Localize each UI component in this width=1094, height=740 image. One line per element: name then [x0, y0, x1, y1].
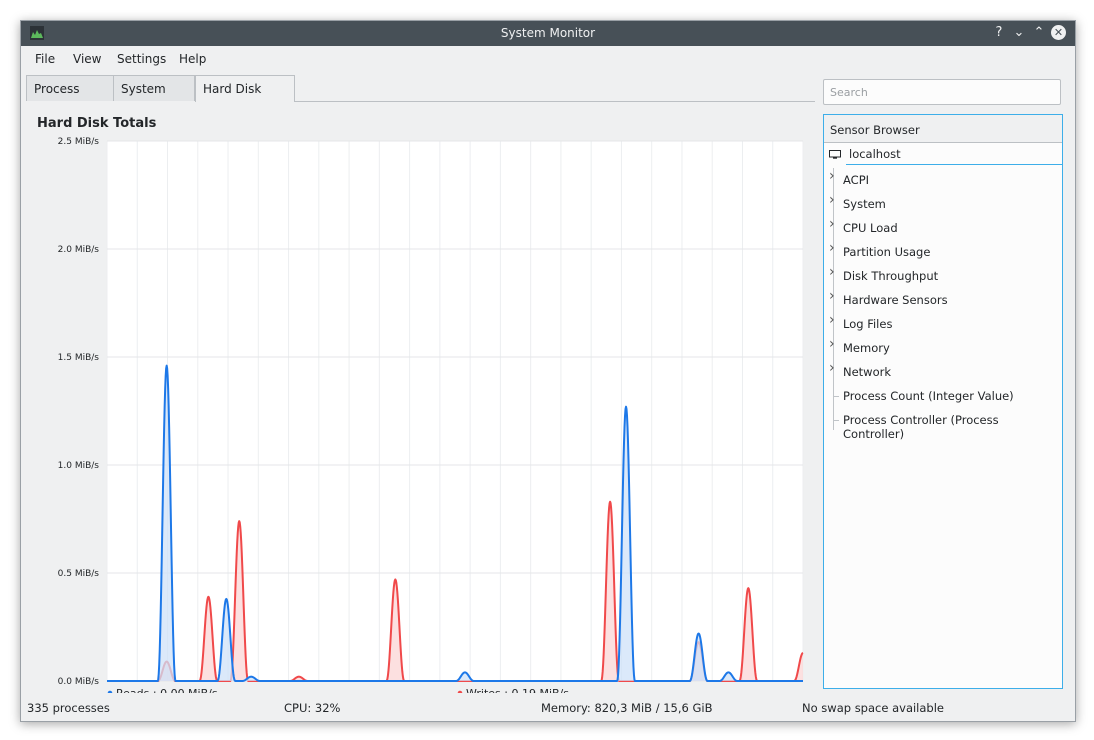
y-tick-label: 0.5 MiB/s: [58, 569, 100, 579]
y-tick-label: 2.0 MiB/s: [58, 245, 100, 255]
chevron-right-icon[interactable]: ›: [829, 240, 835, 256]
sensor-browser-header[interactable]: Sensor Browser: [824, 115, 1062, 143]
tree-branch-line: [833, 420, 839, 421]
sensor-tree-item-label: Disk Throughput: [843, 269, 939, 283]
legend-label-writes: Writes : 0.19 MiB/s: [466, 687, 569, 693]
sensor-tree-item[interactable]: › System: [824, 192, 1062, 216]
menu-settings[interactable]: Settings: [117, 52, 166, 66]
status-bar: 335 processes CPU: 32% Memory: 820,3 MiB…: [21, 698, 1075, 721]
sensor-tree-item-label: Network: [843, 365, 892, 379]
close-button[interactable]: ✕: [1051, 25, 1066, 40]
chevron-right-icon[interactable]: ›: [829, 264, 835, 280]
computer-icon: [829, 150, 841, 159]
status-cpu: CPU: 32%: [284, 701, 341, 715]
sensor-tree-item[interactable]: › Disk Throughput: [824, 264, 1062, 288]
menu-help[interactable]: Help: [179, 52, 206, 66]
tab-process-table[interactable]: Process Table: [26, 75, 114, 122]
sensor-tree-item[interactable]: › Memory: [824, 336, 1062, 360]
sensor-tree-item[interactable]: › Network: [824, 360, 1062, 384]
chevron-right-icon[interactable]: ›: [829, 360, 835, 376]
sensor-tree-item[interactable]: › ACPI: [824, 168, 1062, 192]
chevron-right-icon[interactable]: ›: [829, 312, 835, 328]
sensor-tree-item[interactable]: Process Count (Integer Value): [824, 384, 1062, 408]
status-swap: No swap space available: [802, 701, 944, 715]
chevron-right-icon[interactable]: ›: [829, 288, 835, 304]
y-tick-label: 2.5 MiB/s: [58, 137, 100, 147]
hard-disk-totals-panel: Hard Disk Totals 0.0 MiB/s 0.5 MiB/s 1.0 M…: [27, 102, 815, 693]
title-bar[interactable]: System Monitor ? ⌄ ⌃ ✕: [21, 21, 1075, 46]
tree-branch-line: [833, 396, 839, 397]
sensor-browser-title: Sensor Browser: [830, 123, 920, 137]
system-monitor-window: System Monitor ? ⌄ ⌃ ✕ File View Setting…: [20, 20, 1076, 722]
help-button[interactable]: ?: [990, 24, 1008, 42]
sensor-tree-item-label: Memory: [843, 341, 890, 355]
maximize-button[interactable]: ⌃: [1030, 24, 1048, 42]
legend-dot-writes: [457, 690, 463, 693]
legend-label-reads: Reads : 0.00 MiB/s: [116, 687, 218, 693]
y-tick-label: 0.0 MiB/s: [58, 677, 100, 687]
sensor-tree-item[interactable]: › Hardware Sensors: [824, 288, 1062, 312]
menu-view[interactable]: View: [73, 52, 101, 66]
sensor-host-row[interactable]: localhost: [824, 144, 1062, 166]
sensor-tree-item-label: ACPI: [843, 173, 870, 187]
sensor-tree-item[interactable]: › Log Files: [824, 312, 1062, 336]
chevron-right-icon[interactable]: ›: [829, 192, 835, 208]
tab-system-load[interactable]: System Load: [113, 75, 195, 122]
sensor-tree-item-label: Process Count (Integer Value): [843, 389, 1014, 403]
menu-file[interactable]: File: [35, 52, 55, 66]
disk-throughput-plot: 0.0 MiB/s 0.5 MiB/s 1.0 MiB/s 1.5 MiB/s 2.0 …: [58, 137, 804, 693]
y-tick-label: 1.0 MiB/s: [58, 461, 100, 471]
sensor-tree-item[interactable]: › CPU Load: [824, 216, 1062, 240]
sensor-tree-item-label: System: [843, 197, 886, 211]
sensor-tree-item-label: Partition Usage: [843, 245, 931, 259]
y-tick-label: 1.5 MiB/s: [58, 353, 100, 363]
sensor-browser: Sensor Browser localhost › ACPI › System › CP…: [823, 114, 1063, 689]
chevron-right-icon[interactable]: ›: [829, 168, 835, 184]
sensor-search-input[interactable]: Search: [823, 79, 1061, 105]
sensor-tree-item-label: CPU Load: [843, 221, 898, 235]
menu-bar: File View Settings Help: [21, 46, 1075, 72]
sensor-tree-item[interactable]: Process Controller (Process Controller): [824, 408, 1062, 441]
host-localhost: localhost: [846, 144, 1062, 165]
sensor-tree-item-label: Log Files: [843, 317, 893, 331]
plot-area: [107, 141, 803, 681]
status-memory: Memory: 820,3 MiB / 15,6 GiB: [541, 701, 713, 715]
window-title: System Monitor: [500, 26, 596, 40]
tab-hard-disk-totals[interactable]: Hard Disk Totals: [195, 75, 295, 122]
sensor-tree-item-label: Process Controller (Process Controller): [843, 413, 999, 441]
sensor-tree-item[interactable]: › Partition Usage: [824, 240, 1062, 264]
chevron-right-icon[interactable]: ›: [829, 216, 835, 232]
chevron-right-icon[interactable]: ›: [829, 336, 835, 352]
sensor-tree-item-label: Hardware Sensors: [843, 293, 948, 307]
status-processes: 335 processes: [27, 701, 110, 715]
minimize-button[interactable]: ⌄: [1010, 24, 1028, 42]
legend-dot-reads: [107, 690, 113, 693]
